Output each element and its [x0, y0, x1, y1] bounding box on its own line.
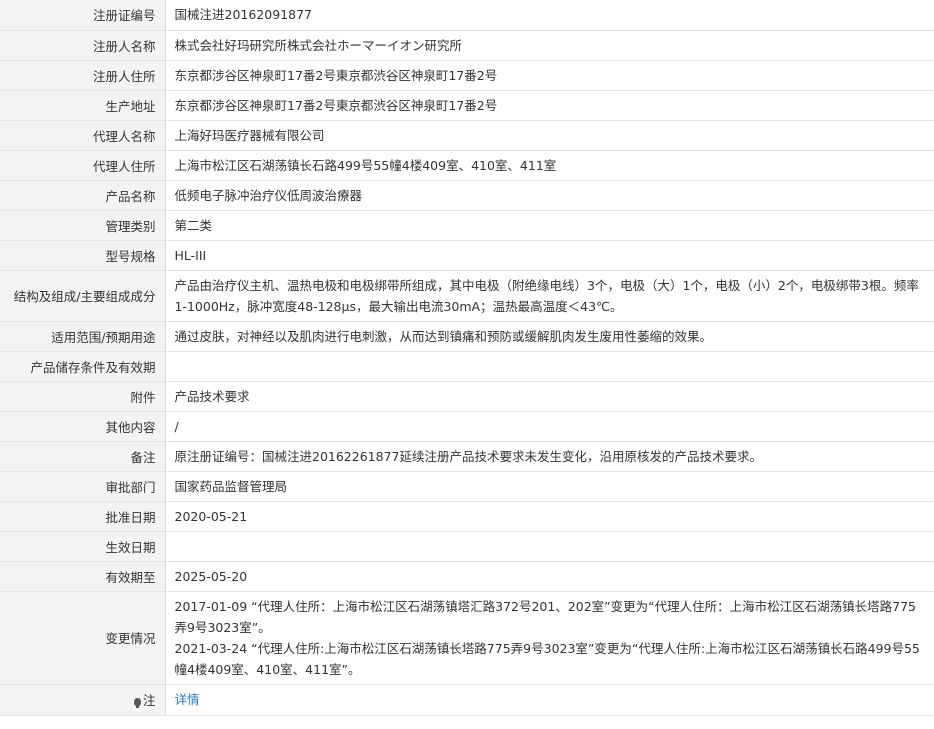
note-value: 详情 [165, 684, 934, 716]
row-label: 产品名称 [0, 180, 166, 211]
table-row: 适用范围/预期用途 通过皮肤，对神经以及肌肉进行电刺激，从而达到镇痛和预防或缓解肌… [0, 321, 934, 352]
row-value: 2025-05-20 [165, 561, 934, 592]
row-value [165, 351, 934, 382]
row-value: 株式会社好玛研究所株式会社ホーマーイオン研究所 [165, 30, 934, 61]
note-label: 注 [142, 693, 156, 708]
row-value: 东京都涉谷区神泉町17番2号東京都渋谷区神泉町17番2号 [165, 60, 934, 91]
row-label: 注册人名称 [0, 30, 166, 61]
table-row: 备注 原注册证编号：国械注进20162261877延续注册产品技术要求未发生变化，… [0, 441, 934, 472]
row-value: 国械注进20162091877 [165, 0, 934, 31]
table-row: 有效期至 2025-05-20 [0, 561, 934, 592]
table-row: 产品名称 低频电子脉冲治疗仪低周波治療器 [0, 180, 934, 211]
table-row: 注册人名称 株式会社好玛研究所株式会社ホーマーイオン研究所 [0, 30, 934, 61]
table-row: 结构及组成/主要组成成分 产品由治疗仪主机、温热电极和电极绑带所组成，其中电极（附… [0, 270, 934, 322]
table-row: 代理人住所 上海市松江区石湖荡镇长石路499号55幢4楼409室、410室、411… [0, 150, 934, 181]
row-value: 2020-05-21 [165, 501, 934, 532]
row-value: 上海市松江区石湖荡镇长石路499号55幢4楼409室、410室、411室 [165, 150, 934, 181]
row-label: 生效日期 [0, 531, 166, 562]
row-label: 结构及组成/主要组成成分 [0, 270, 166, 322]
table-row: 附件 产品技术要求 [0, 381, 934, 412]
table-row: 注册证编号 国械注进20162091877 [0, 0, 934, 31]
row-label: 代理人名称 [0, 120, 166, 151]
row-label: 代理人住所 [0, 150, 166, 181]
table-row: 产品储存条件及有效期 [0, 351, 934, 382]
table-row: 批准日期 2020-05-21 [0, 501, 934, 532]
table-row-note: 注 详情 [0, 684, 934, 716]
row-value: 产品技术要求 [165, 381, 934, 412]
changes-value: 2017-01-09 “代理人住所：上海市松江区石湖荡镇塔汇路372号201、2… [165, 591, 934, 685]
row-value: 产品由治疗仪主机、温热电极和电极绑带所组成，其中电极（附绝缘电线）3个，电极（大… [165, 270, 934, 322]
details-link[interactable]: 详情 [175, 692, 200, 707]
row-value: 通过皮肤，对神经以及肌肉进行电刺激，从而达到镇痛和预防或缓解肌肉发生废用性萎缩的… [165, 321, 934, 352]
change-entry: 2017-01-09 “代理人住所：上海市松江区石湖荡镇塔汇路372号201、2… [174, 598, 916, 635]
row-label: 批准日期 [0, 501, 166, 532]
row-value: 原注册证编号：国械注进20162261877延续注册产品技术要求未发生变化，沿用… [165, 441, 934, 472]
row-label: 附件 [0, 381, 166, 412]
note-label-cell: 注 [0, 684, 166, 716]
row-value: HL-III [165, 240, 934, 271]
row-value: 第二类 [165, 210, 934, 241]
row-label: 管理类别 [0, 210, 166, 241]
table-row-changes: 变更情况 2017-01-09 “代理人住所：上海市松江区石湖荡镇塔汇路372号… [0, 591, 934, 685]
row-value [165, 531, 934, 562]
row-value: 东京都涉谷区神泉町17番2号東京都渋谷区神泉町17番2号 [165, 90, 934, 121]
row-label: 注册证编号 [0, 0, 166, 31]
row-label: 其他内容 [0, 411, 166, 442]
table-row: 其他内容 / [0, 411, 934, 442]
row-label: 生产地址 [0, 90, 166, 121]
table-row: 生效日期 [0, 531, 934, 562]
registration-detail-table: 注册证编号 国械注进20162091877 注册人名称 株式会社好玛研究所株式会社ホ… [0, 0, 934, 716]
table-row: 审批部门 国家药品监督管理局 [0, 471, 934, 502]
table-row: 型号规格 HL-III [0, 240, 934, 271]
row-label: 适用范围/预期用途 [0, 321, 166, 352]
row-label: 注册人住所 [0, 60, 166, 91]
row-value: 上海好玛医疗器械有限公司 [165, 120, 934, 151]
row-value: / [165, 411, 934, 442]
row-label: 型号规格 [0, 240, 166, 271]
row-value: 国家药品监督管理局 [165, 471, 934, 502]
row-label: 产品储存条件及有效期 [0, 351, 166, 382]
change-entry: 2021-03-24 “代理人住所:上海市松江区石湖荡镇长塔路775弄9号302… [174, 640, 920, 677]
row-label: 有效期至 [0, 561, 166, 592]
table-row: 生产地址 东京都涉谷区神泉町17番2号東京都渋谷区神泉町17番2号 [0, 90, 934, 121]
table-row: 管理类别 第二类 [0, 210, 934, 241]
row-label: 备注 [0, 441, 166, 472]
table-row: 注册人住所 东京都涉谷区神泉町17番2号東京都渋谷区神泉町17番2号 [0, 60, 934, 91]
row-value: 低频电子脉冲治疗仪低周波治療器 [165, 180, 934, 211]
table-row: 代理人名称 上海好玛医疗器械有限公司 [0, 120, 934, 151]
row-label: 审批部门 [0, 471, 166, 502]
changes-label: 变更情况 [0, 591, 166, 685]
bulb-icon [133, 698, 141, 708]
